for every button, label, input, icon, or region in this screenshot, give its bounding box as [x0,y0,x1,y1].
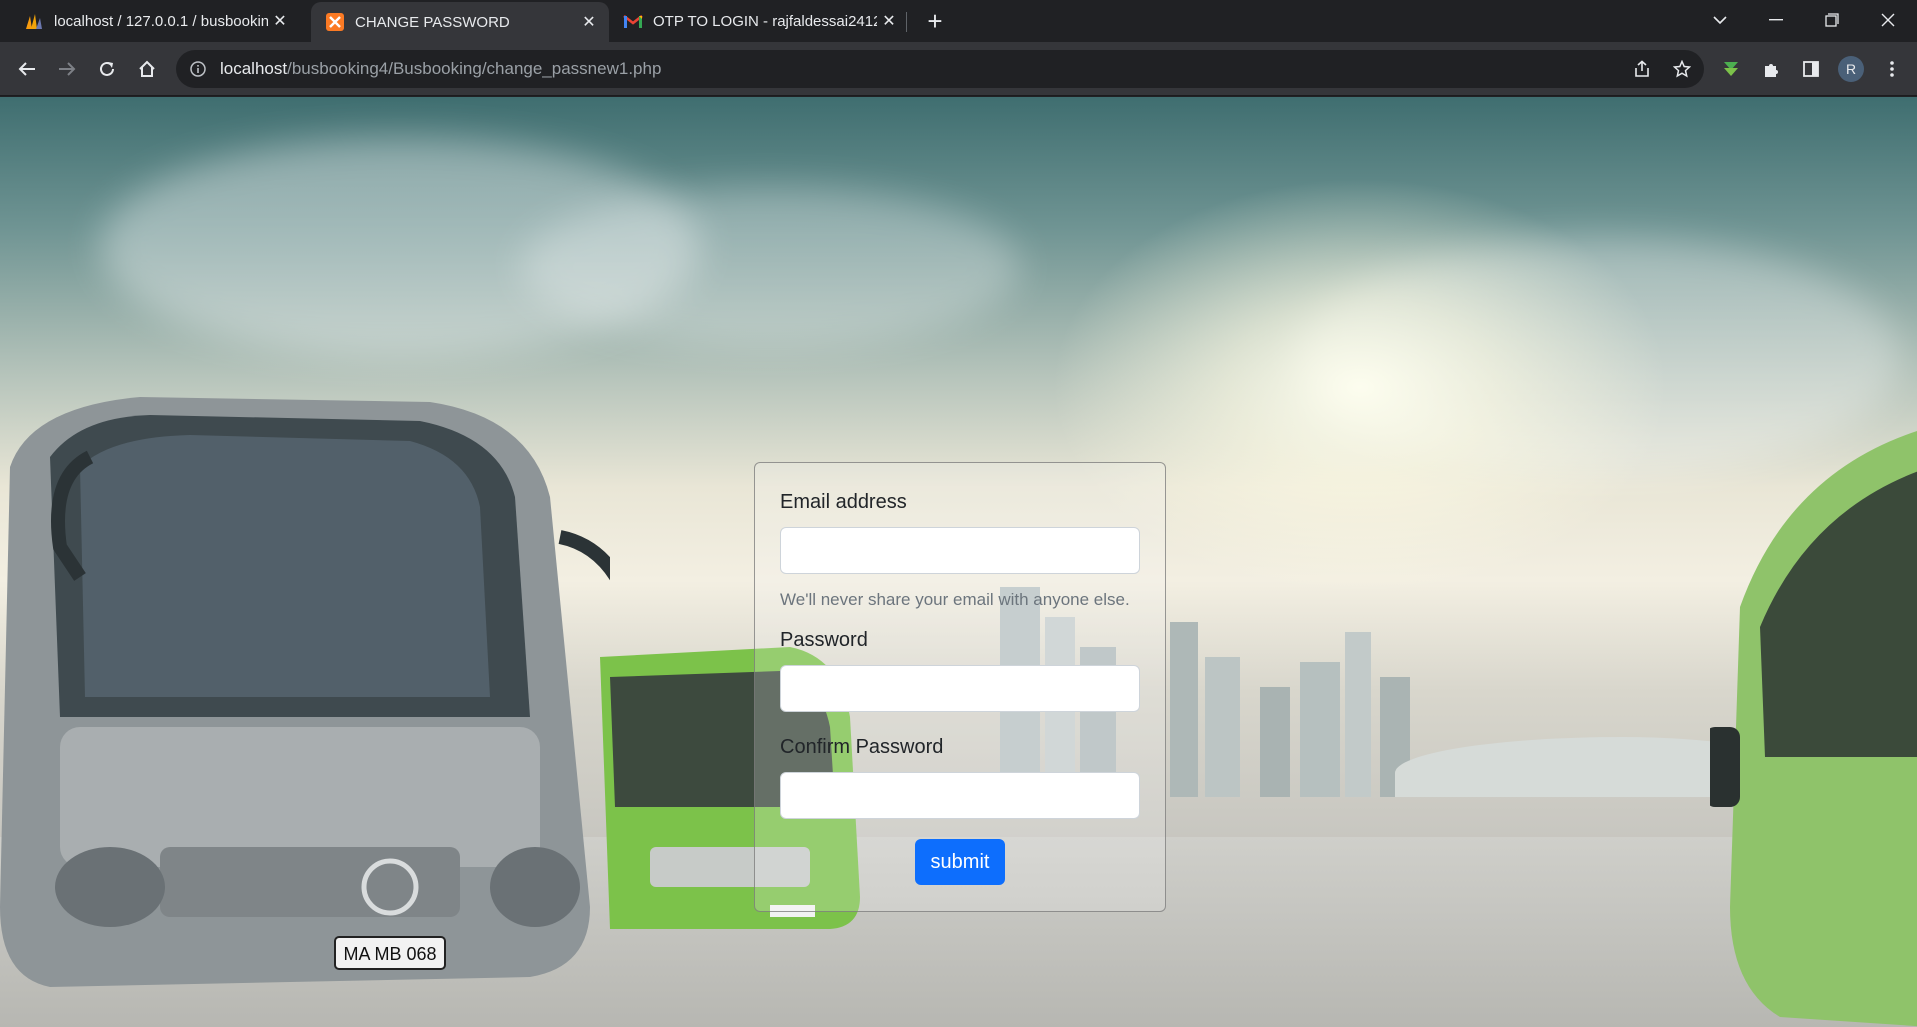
confirm-password-label: Confirm Password [780,736,944,758]
back-icon[interactable] [11,53,43,85]
email-help-text: We'll never share your email with anyone… [780,590,1130,609]
phpmyadmin-icon [24,11,44,31]
password-label: Password [780,629,868,651]
avatar: R [1838,56,1864,82]
url-text: localhost/busbooking4/Busbooking/change_… [220,59,661,79]
email-input[interactable] [780,527,1140,574]
restore-icon[interactable] [1804,0,1860,40]
xampp-icon [325,12,345,32]
close-icon[interactable]: ✕ [877,9,901,33]
address-bar[interactable]: localhost/busbooking4/Busbooking/change_… [176,50,1704,88]
tab-separator [906,12,907,32]
tab-search-icon[interactable] [1692,0,1748,40]
new-tab-icon[interactable]: + [920,6,950,36]
page-viewport: MA MB 068 Email address We'll never shar… [0,97,1917,1027]
menu-kebab-icon[interactable] [1876,53,1908,85]
tab-gmail[interactable]: OTP TO LOGIN - rajfaldessai2412 ✕ [609,0,909,42]
extensions-puzzle-icon[interactable] [1755,53,1787,85]
browser-toolbar: localhost/busbooking4/Busbooking/change_… [0,42,1917,96]
submit-button[interactable]: submit [915,839,1005,885]
tab-change-password[interactable]: CHANGE PASSWORD ✕ [311,2,609,42]
tab-strip: localhost / 127.0.0.1 / busbooking ✕ CHA… [0,0,1917,42]
password-input[interactable] [780,665,1140,712]
close-icon[interactable]: ✕ [268,9,292,33]
tab-phpmyadmin[interactable]: localhost / 127.0.0.1 / busbooking ✕ [0,0,300,42]
change-password-form: Email address We'll never share your ema… [754,462,1166,912]
confirm-password-input[interactable] [780,772,1140,819]
gmail-icon [623,11,643,31]
close-icon[interactable]: ✕ [577,10,601,34]
email-label: Email address [780,491,907,513]
svg-text:MA MB 068: MA MB 068 [343,944,436,964]
tab-title: CHANGE PASSWORD [355,13,510,31]
side-panel-icon[interactable] [1795,53,1827,85]
profile-avatar[interactable]: R [1835,53,1867,85]
site-info-icon[interactable] [188,59,208,79]
reload-icon[interactable] [91,53,123,85]
download-extension-icon[interactable] [1715,53,1747,85]
bookmark-star-icon[interactable] [1666,53,1698,85]
tab-title: OTP TO LOGIN - rajfaldessai2412 [653,12,877,30]
window-close-icon[interactable] [1860,0,1916,40]
tab-title: localhost / 127.0.0.1 / busbooking [54,12,268,30]
url-host: localhost [220,59,288,78]
right-bus-image [1710,431,1917,1027]
home-icon[interactable] [131,53,163,85]
minimize-icon[interactable] [1748,0,1804,40]
forward-icon[interactable] [51,53,83,85]
share-icon[interactable] [1626,53,1658,85]
url-path: /busbooking4/Busbooking/change_passnew1.… [287,59,662,78]
silver-bus-image: MA MB 068 [0,397,610,987]
